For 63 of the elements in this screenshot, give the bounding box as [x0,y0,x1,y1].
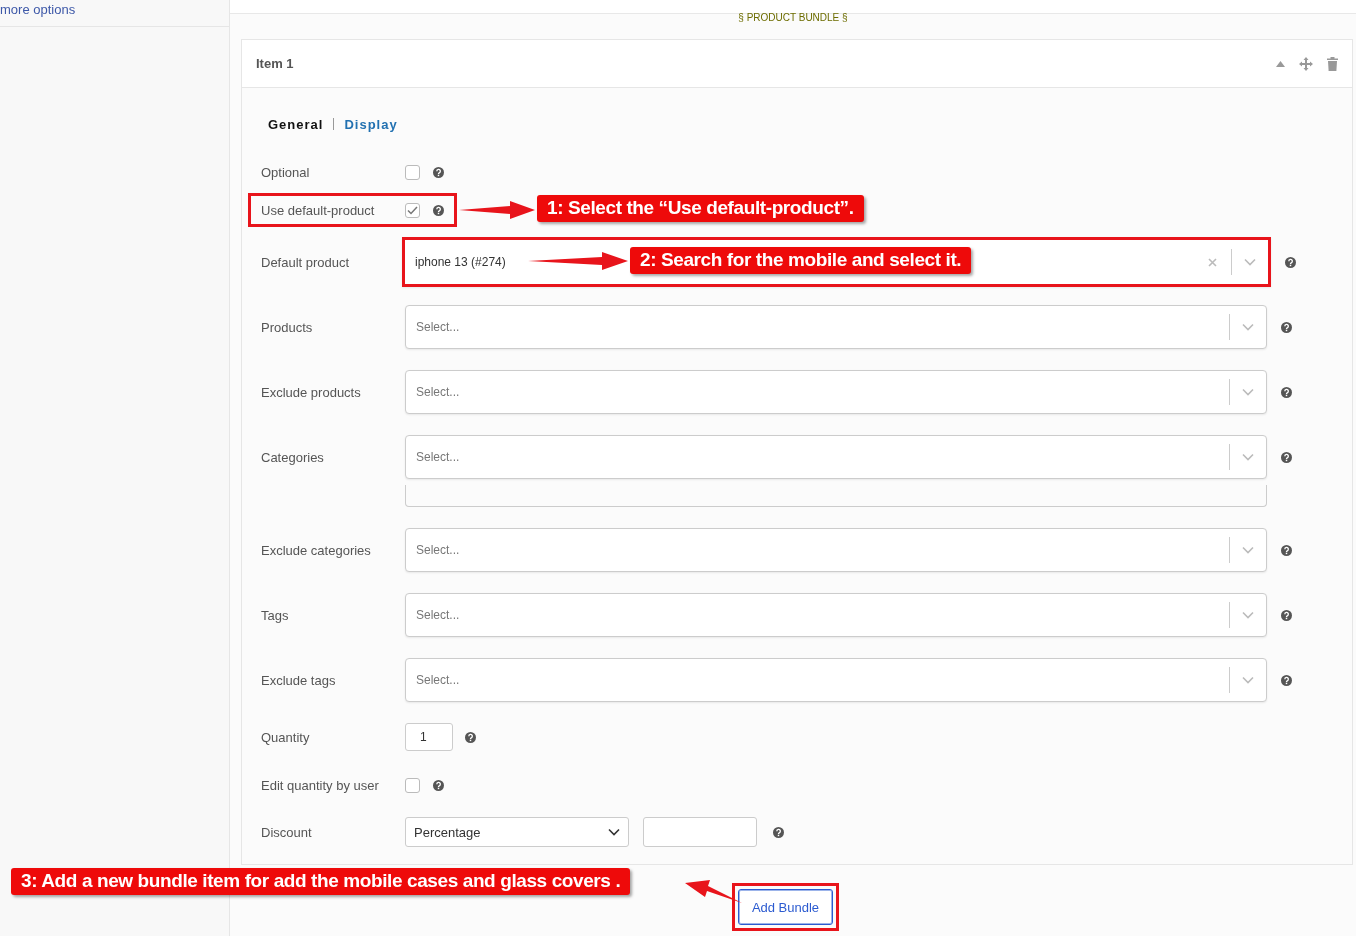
help-icon[interactable] [1281,609,1292,621]
help-icon[interactable] [1285,256,1296,268]
field-label: Edit quantity by user [261,777,380,793]
trash-icon[interactable] [1327,56,1338,71]
section-title: § PRODUCT BUNDLE § [738,12,848,23]
select-placeholder: Select... [416,320,460,334]
chevron-down-icon [608,828,620,836]
add-bundle-button[interactable]: Add Bundle [738,889,833,925]
field-label: Default product [261,254,351,270]
annotation-callout: 3: Add a new bundle item for add the mobile cases and glass covers . [11,868,631,895]
checkbox[interactable] [405,777,420,793]
select-value: iphone 13 (#274) [415,255,506,269]
chevron-down-icon [1242,453,1254,461]
collapse-triangle-icon[interactable] [1276,60,1285,67]
help-icon[interactable] [1281,451,1292,463]
help-icon[interactable] [1281,386,1292,398]
select-placeholder: Select... [416,543,460,557]
discount-type-dropdown[interactable]: Percentage [405,817,629,847]
tab[interactable]: General [268,116,324,132]
select-field[interactable]: Select... [405,658,1267,702]
select-field[interactable]: Select... [405,593,1267,637]
annotation-callout: 2: Search for the mobile and select it. [630,247,972,274]
checkbox[interactable] [405,202,420,218]
select-placeholder: Select... [416,608,460,622]
checkbox[interactable] [405,164,420,180]
help-icon[interactable] [433,779,444,791]
chevron-down-icon [1242,676,1254,684]
help-icon[interactable] [1281,544,1292,556]
field-label: Tags [261,607,290,623]
chevron-down-icon [1242,546,1254,554]
help-icon[interactable] [433,166,444,178]
field-label: Optional [261,164,311,180]
field-label: Products [261,319,314,335]
help-icon[interactable] [773,826,784,838]
select-field[interactable]: Select... [405,435,1267,479]
field-label: Exclude products [261,384,362,400]
quantity-field[interactable]: 1 [405,723,453,751]
move-icon[interactable] [1299,56,1313,71]
field-label: Quantity [261,729,311,745]
chevron-down-icon [1242,388,1254,396]
select-field[interactable]: Select... [405,305,1267,349]
discount-amount-field[interactable] [643,817,757,847]
help-icon[interactable] [465,731,476,743]
select-placeholder: Select... [416,673,460,687]
item-title: Item 1 [256,56,295,71]
help-icon[interactable] [1281,674,1292,686]
select-placeholder: Select... [416,450,460,464]
select-field[interactable]: Select... [405,528,1267,572]
chevron-down-icon [1242,611,1254,619]
field-label: Use default-product [261,202,376,218]
field-label: Exclude tags [261,672,337,688]
field-label: Categories [261,449,325,465]
help-icon[interactable] [433,204,444,216]
help-icon[interactable] [1281,321,1292,333]
chevron-down-icon [1244,258,1256,266]
field-label: Discount [261,824,313,840]
tab[interactable]: Display [344,116,398,132]
more-options-link[interactable]: more options [0,2,76,17]
field-label: Exclude categories [261,542,372,558]
select-field[interactable]: Select... [405,370,1267,414]
chevron-down-icon [1242,323,1254,331]
annotation-callout: 1: Select the “Use default-product”. [537,195,864,222]
select-placeholder: Select... [416,385,460,399]
